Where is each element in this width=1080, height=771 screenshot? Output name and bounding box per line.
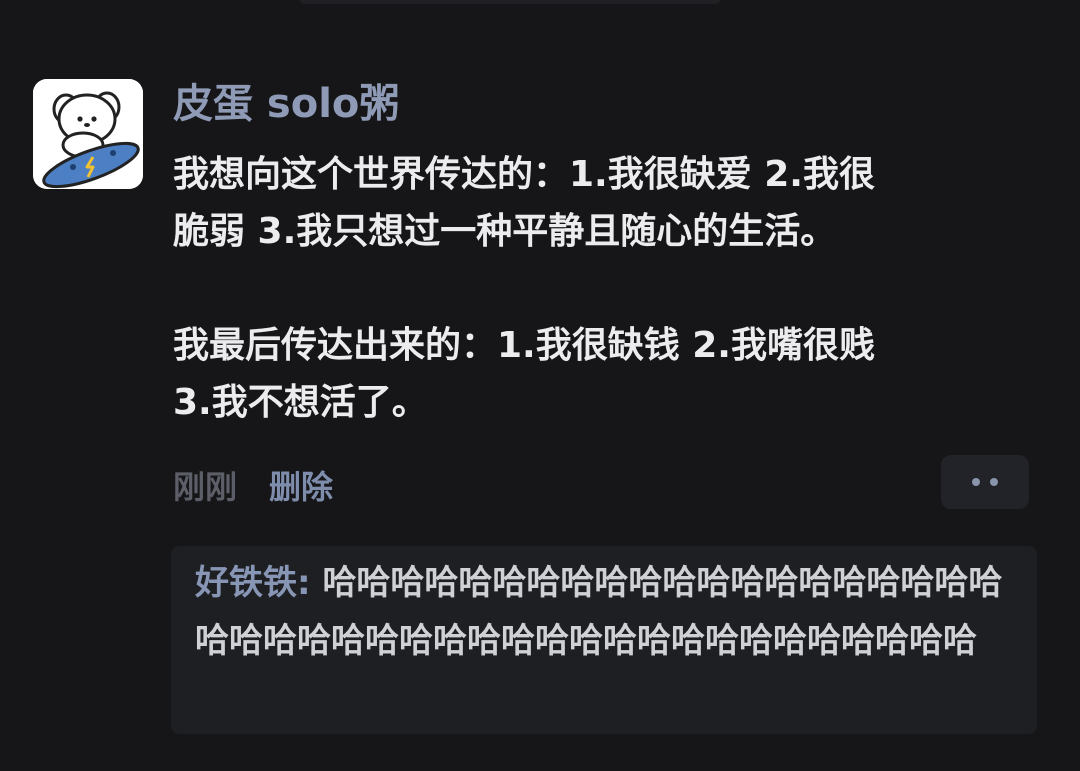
more-options-button[interactable] — [941, 455, 1029, 509]
post-body: 我想向这个世界传达的：1.我很缺爱 2.我很 脆弱 3.我只想过一种平静且随心的… — [173, 146, 1053, 431]
post-meta: 刚刚 删除 — [173, 460, 333, 510]
post-line: 脆弱 3.我只想过一种平静且随心的生活。 — [173, 211, 837, 252]
post-line: 我想向这个世界传达的：1.我很缺爱 2.我很 — [173, 154, 875, 195]
puppy-avatar-icon — [33, 79, 143, 189]
top-edge — [300, 0, 720, 4]
more-dots-icon — [972, 478, 998, 486]
post-line-blank — [173, 260, 1053, 317]
username[interactable]: 皮蛋 solo粥 — [173, 76, 399, 132]
delete-button[interactable]: 删除 — [269, 462, 333, 508]
user-avatar[interactable] — [33, 79, 143, 189]
post-line: 3.我不想活了。 — [173, 382, 428, 423]
reply-comment[interactable]: 好铁铁: 哈哈哈哈哈哈哈哈哈哈哈哈哈哈哈哈哈哈哈哈哈哈哈哈哈哈哈哈哈哈哈哈哈哈哈… — [171, 546, 1037, 734]
reply-author[interactable]: 好铁铁: — [195, 563, 322, 603]
post-line: 我最后传达出来的：1.我很缺钱 2.我嘴很贱 — [173, 325, 875, 366]
post-screen: 皮蛋 solo粥 我想向这个世界传达的：1.我很缺爱 2.我很 脆弱 3.我只想… — [0, 0, 1080, 771]
post-timestamp: 刚刚 — [173, 468, 238, 506]
